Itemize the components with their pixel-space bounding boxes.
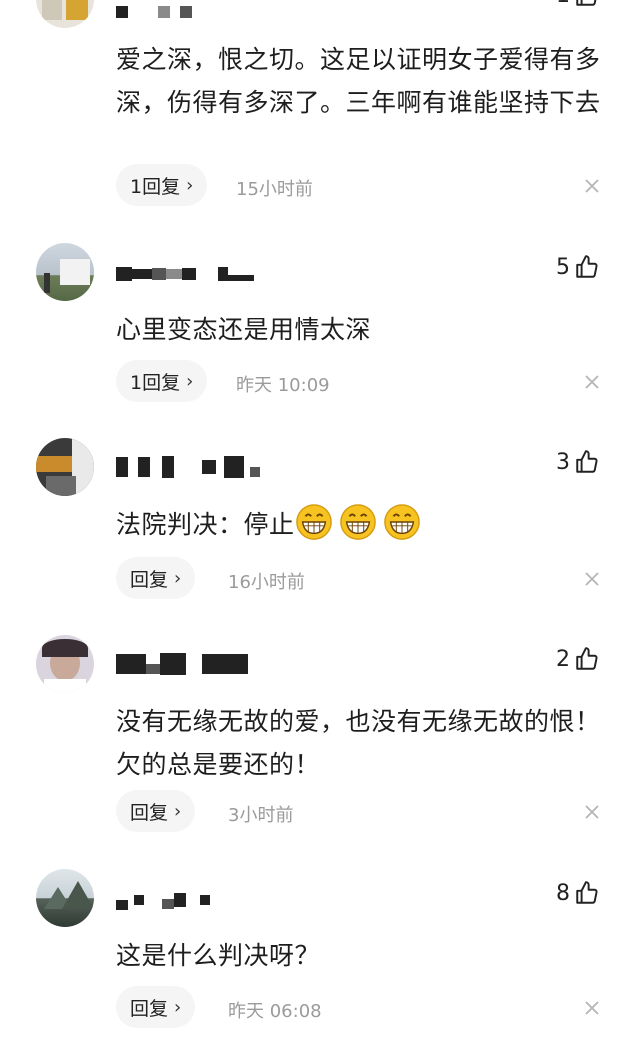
like-count: 3 xyxy=(556,449,570,475)
reply-label: 1回复 xyxy=(130,175,181,198)
like-button[interactable]: 2 xyxy=(556,646,600,672)
like-count: 5 xyxy=(556,254,570,280)
comment-time: 3小时前 xyxy=(228,805,294,826)
grinning-face-icon xyxy=(295,504,332,540)
like-count: 2 xyxy=(556,646,570,672)
reply-label: 1回复 xyxy=(130,371,181,394)
close-icon[interactable] xyxy=(584,374,600,390)
reply-button[interactable]: 1回复 › xyxy=(116,164,208,206)
avatar[interactable] xyxy=(36,438,94,496)
username-redacted[interactable] xyxy=(116,262,254,286)
like-count: 1 xyxy=(556,0,570,8)
thumbs-up-icon xyxy=(576,450,598,473)
reply-label: 回复 xyxy=(130,997,169,1020)
comment-item: 1 爱之深，恨之切。这足以证明女子爱得有多深，伤得有多深了。三年啊有谁能坚持下去… xyxy=(0,0,640,220)
avatar[interactable] xyxy=(36,635,94,693)
comment-text: 法院判决：停止 xyxy=(116,503,606,546)
reply-button[interactable]: 回复 › xyxy=(116,986,196,1028)
like-button[interactable]: 3 xyxy=(556,449,600,475)
like-button[interactable]: 1 xyxy=(556,0,600,8)
close-icon[interactable] xyxy=(584,178,600,194)
comment-text: 爱之深，恨之切。这足以证明女子爱得有多深，伤得有多深了。三年啊有谁能坚持下去 xyxy=(116,45,601,117)
comment-time: 昨天 06:08 xyxy=(228,1001,322,1022)
thumbs-up-icon xyxy=(576,0,597,6)
comment-time: 16小时前 xyxy=(228,572,305,593)
chevron-right-icon: › xyxy=(186,370,194,392)
close-icon[interactable] xyxy=(584,804,600,820)
thumbs-up-icon xyxy=(576,255,598,278)
comment-text: 心里变态还是用情太深 xyxy=(116,315,372,344)
reply-label: 回复 xyxy=(130,801,169,824)
chevron-right-icon: › xyxy=(174,996,182,1018)
chevron-right-icon: › xyxy=(174,800,182,822)
reply-button[interactable]: 1回复 › xyxy=(116,360,208,402)
like-count: 8 xyxy=(556,880,570,906)
like-button[interactable]: 8 xyxy=(556,880,600,906)
comment-time: 15小时前 xyxy=(236,179,313,200)
comment-item: 5 心里变态还是用情太深 1回复 › 昨天 10:09 xyxy=(0,240,640,430)
avatar[interactable] xyxy=(36,243,94,301)
thumbs-up-icon xyxy=(576,881,598,904)
avatar[interactable] xyxy=(36,0,94,28)
chevron-right-icon: › xyxy=(186,174,194,196)
reply-button[interactable]: 回复 › xyxy=(116,557,196,599)
grinning-face-icon xyxy=(383,504,420,540)
comment-item: 2 没有无缘无故的爱，也没有无缘无故的恨！欠的总是要还的！ 回复 › 3小时前 xyxy=(0,632,640,852)
comment-time: 昨天 10:09 xyxy=(236,375,330,396)
username-redacted[interactable] xyxy=(116,455,260,479)
username-redacted[interactable] xyxy=(116,888,210,912)
reply-button[interactable]: 回复 › xyxy=(116,790,196,832)
thumbs-up-icon xyxy=(576,647,598,670)
comment-text: 这是什么判决呀？ xyxy=(116,941,321,970)
close-icon[interactable] xyxy=(584,1000,600,1016)
comment-text-body: 法院判决：停止 xyxy=(116,510,295,539)
comment-text: 没有无缘无故的爱，也没有无缘无故的恨！欠的总是要还的！ xyxy=(116,707,601,779)
username-redacted[interactable] xyxy=(116,0,192,24)
chevron-right-icon: › xyxy=(174,567,182,589)
avatar[interactable] xyxy=(36,869,94,927)
like-button[interactable]: 5 xyxy=(556,254,600,280)
reply-label: 回复 xyxy=(130,568,169,591)
username-redacted[interactable] xyxy=(116,652,248,676)
comment-item: 3 法院判决：停止 回复 › 16小时前 xyxy=(0,435,640,625)
grinning-face-icon xyxy=(339,504,376,540)
comment-item: 8 这是什么判决呀？ 回复 › 昨天 06:08 xyxy=(0,866,640,1042)
close-icon[interactable] xyxy=(584,571,600,587)
